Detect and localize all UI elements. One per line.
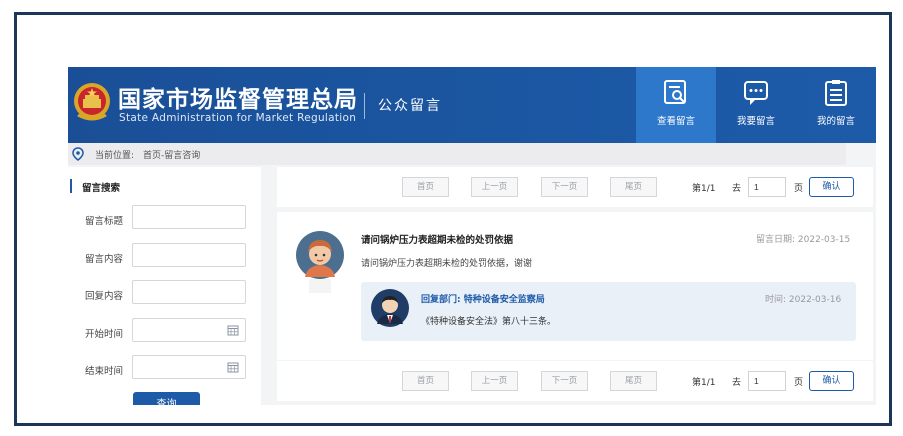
field-label-title: 留言标题 <box>85 216 124 227</box>
nav-write-message[interactable]: 我要留言 <box>716 67 796 143</box>
reply-time: 时间: 2022-03-16 <box>765 295 842 305</box>
prev-page-button[interactable]: 上一页 <box>471 371 518 391</box>
reply-input[interactable] <box>132 280 246 304</box>
field-label-content: 留言内容 <box>85 254 124 265</box>
page-number-input[interactable] <box>748 177 786 197</box>
reply-department: 回复部门: 特种设备安全监察局 <box>421 295 545 305</box>
message-card: 请问锅炉压力表超期未检的处罚依据 留言日期: 2022-03-15 请问锅炉压力… <box>277 212 873 360</box>
message-title[interactable]: 请问锅炉压力表超期未检的处罚依据 <box>361 232 513 246</box>
write-message-icon <box>744 81 768 105</box>
screenshot-frame: 国家市场监督管理总局 State Administration for Mark… <box>14 12 892 426</box>
confirm-button[interactable]: 确认 <box>809 177 854 197</box>
page-info: 第1/1 <box>692 184 716 194</box>
breadcrumb-path[interactable]: 首页-留言咨询 <box>143 148 200 161</box>
user-avatar-icon <box>296 231 344 293</box>
first-page-button[interactable]: 首页 <box>402 177 449 197</box>
nav-label: 查看留言 <box>656 116 695 127</box>
national-emblem-icon <box>74 83 110 121</box>
location-pin-icon <box>72 147 84 161</box>
calendar-icon[interactable] <box>227 324 239 336</box>
web-page: 国家市场监督管理总局 State Administration for Mark… <box>68 67 876 405</box>
pager-bottom: 首页 上一页 下一页 尾页 第1/1 去 页 确认 <box>277 361 873 401</box>
field-label-end: 结束时间 <box>85 366 124 377</box>
message-date: 留言日期: 2022-03-15 <box>756 235 851 245</box>
nav-my-messages[interactable]: 我的留言 <box>796 67 876 143</box>
my-message-icon <box>825 80 847 106</box>
search-panel: 留言搜索 留言标题 留言内容 回复内容 开始时间 结束时间 查询 <box>68 167 261 405</box>
prev-page-button[interactable]: 上一页 <box>471 177 518 197</box>
page-info: 第1/1 <box>692 378 716 388</box>
title-input[interactable] <box>132 205 246 229</box>
field-label-start: 开始时间 <box>85 329 124 340</box>
official-avatar-icon <box>371 289 409 327</box>
nav-label: 我的留言 <box>816 116 855 127</box>
next-page-button[interactable]: 下一页 <box>541 371 588 391</box>
search-panel-title: 留言搜索 <box>82 183 121 194</box>
header-divider <box>364 93 365 119</box>
site-header: 国家市场监督管理总局 State Administration for Mark… <box>68 67 876 143</box>
nav-view-messages[interactable]: 查看留言 <box>636 67 716 143</box>
pager-top: 首页 上一页 下一页 尾页 第1/1 去 页 确认 <box>277 167 873 207</box>
view-message-icon <box>664 80 686 104</box>
message-body: 请问锅炉压力表超期未检的处罚依据，谢谢 <box>361 259 533 269</box>
goto-label: 去 <box>732 378 742 388</box>
nav-label: 我要留言 <box>736 116 775 127</box>
goto-label: 去 <box>732 184 742 194</box>
last-page-button[interactable]: 尾页 <box>610 371 657 391</box>
panel-accent-bar <box>70 179 72 193</box>
site-title: 国家市场监督管理总局 <box>118 87 358 113</box>
page-number-input[interactable] <box>748 371 786 391</box>
search-button[interactable]: 查询 <box>133 392 200 405</box>
first-page-button[interactable]: 首页 <box>402 371 449 391</box>
reply-text: 《特种设备安全法》第八十三条。 <box>421 317 557 327</box>
field-label-reply: 回复内容 <box>85 291 124 302</box>
page-unit: 页 <box>794 184 804 194</box>
site-title-english: State Administration for Market Regulati… <box>119 112 357 124</box>
breadcrumb: 当前位置: 首页-留言咨询 <box>68 143 846 165</box>
section-subtitle: 公众留言 <box>378 98 442 114</box>
calendar-icon[interactable] <box>227 361 239 373</box>
next-page-button[interactable]: 下一页 <box>541 177 588 197</box>
breadcrumb-label: 当前位置: <box>95 151 135 161</box>
last-page-button[interactable]: 尾页 <box>610 177 657 197</box>
content-input[interactable] <box>132 243 246 267</box>
page-unit: 页 <box>794 378 804 388</box>
reply-box: 回复部门: 特种设备安全监察局 时间: 2022-03-16 《特种设备安全法》… <box>361 282 856 341</box>
confirm-button[interactable]: 确认 <box>809 371 854 391</box>
